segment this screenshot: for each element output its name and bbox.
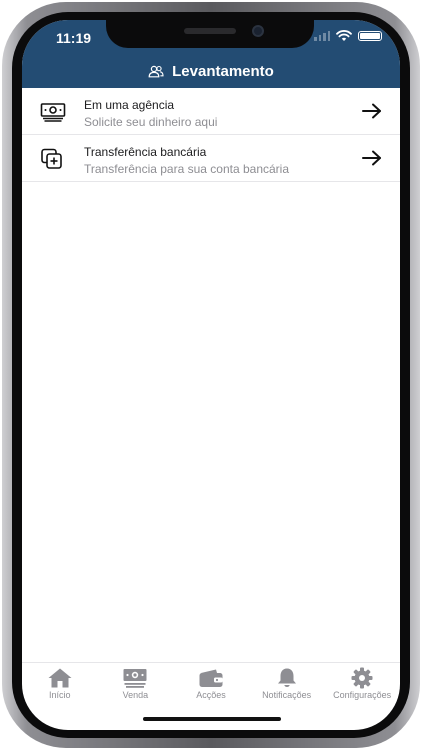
signal-icon (314, 31, 330, 41)
cash-icon (40, 103, 66, 122)
home-icon (48, 668, 72, 688)
tab-notificacoes[interactable]: Notificações (249, 663, 325, 703)
app-screen: 11:19 Levantamento Em uma agência Solici… (22, 20, 400, 730)
cash-icon (123, 669, 147, 688)
option-title: Em uma agência (84, 98, 175, 112)
option-transferencia-bancaria[interactable]: Transferência bancária Transferência par… (22, 135, 400, 182)
users-icon (148, 65, 164, 77)
header-title-group: Levantamento (22, 60, 400, 82)
arrow-right-icon (362, 103, 381, 119)
tab-configuracoes[interactable]: Configurações (324, 663, 400, 703)
tab-label: Início (49, 690, 71, 700)
tab-inicio[interactable]: Início (22, 663, 98, 703)
status-icons (314, 30, 382, 42)
withdrawal-options-list: Em uma agência Solicite seu dinheiro aqu… (22, 88, 400, 182)
wifi-icon (336, 30, 352, 41)
tab-label: Configurações (333, 690, 392, 700)
status-time: 11:19 (56, 30, 92, 46)
arrow-right-icon (362, 150, 381, 166)
option-subtitle: Solicite seu dinheiro aqui (84, 115, 218, 129)
front-camera (252, 25, 264, 37)
tab-label: Notificações (262, 690, 312, 700)
gear-icon (351, 667, 373, 689)
option-em-uma-agencia[interactable]: Em uma agência Solicite seu dinheiro aqu… (22, 88, 400, 135)
tab-venda[interactable]: Venda (98, 663, 174, 703)
add-copy-icon (41, 148, 62, 169)
speaker (184, 28, 236, 34)
tab-label: Acções (196, 690, 226, 700)
tab-label: Venda (122, 690, 149, 700)
option-subtitle: Transferência para sua conta bancária (84, 162, 290, 176)
option-title: Transferência bancária (84, 145, 207, 159)
tab-bar: Início Venda Acções Notificações Configu… (22, 662, 400, 703)
home-indicator[interactable] (143, 717, 281, 721)
page-title: Levantamento (172, 62, 274, 80)
tab-accoes[interactable]: Acções (173, 663, 249, 703)
notch (106, 20, 314, 48)
battery-icon (358, 31, 382, 41)
bell-icon (277, 668, 296, 688)
wallet-icon (199, 669, 223, 687)
header-bar: 11:19 Levantamento (22, 20, 400, 88)
